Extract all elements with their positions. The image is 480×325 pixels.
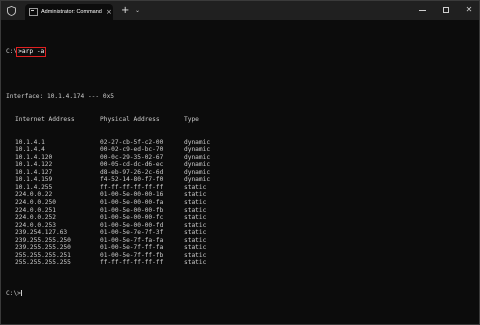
row-internet-address: 10.1.4.122 (15, 161, 53, 169)
row-type: static (184, 251, 207, 259)
row-type: static (184, 199, 207, 207)
row-physical-address: 01-00-5e-00-00-fb (100, 206, 164, 214)
row-type: dynamic (184, 168, 211, 176)
table-header: Internet Address Physical Address Type (6, 116, 476, 124)
table-row: 239.254.127.63 01-00-5e-7e-7f-3f static (6, 229, 476, 237)
header-physical-address: Physical Address (100, 116, 160, 124)
maximize-button[interactable] (434, 1, 458, 19)
row-internet-address: 255.255.255.251 (15, 251, 71, 259)
row-internet-address: 10.1.4.120 (15, 153, 53, 161)
row-type: static (184, 229, 207, 237)
row-physical-address: 00-05-cd-dc-d6-ec (100, 161, 164, 169)
row-physical-address: 01-00-5e-00-00-fd (100, 221, 164, 229)
tab-close-icon[interactable]: × (106, 8, 112, 16)
header-internet-address: Internet Address (15, 116, 75, 124)
row-physical-address: f4-52-14-80-f7-f0 (100, 176, 164, 184)
row-physical-address: 01-00-5e-7e-7f-3f (100, 229, 164, 237)
close-button[interactable]: ✕ (457, 1, 479, 19)
row-physical-address: 01-00-5e-00-00-fc (100, 214, 164, 222)
table-row: 224.0.0.251 01-00-5e-00-00-fb static (6, 207, 476, 215)
prompt-path: C:\ (6, 48, 18, 56)
row-physical-address: 01-00-5e-7f-fa-fa (100, 236, 164, 244)
text-cursor (20, 289, 22, 296)
row-internet-address: 255.255.255.255 (15, 259, 71, 267)
table-row: 10.1.4.127 d8-eb-97-26-2c-6d dynamic (6, 169, 476, 177)
highlighted-command: >arp -a (16, 47, 47, 57)
dropdown-chevron-icon[interactable]: ⌄ (135, 5, 140, 17)
table-row: 10.1.4.159 f4-52-14-80-f7-f0 dynamic (6, 176, 476, 184)
tab-title: Administrator: Command Prom (41, 9, 103, 15)
row-physical-address: ff-ff-ff-ff-ff-ff (100, 259, 164, 267)
row-type: dynamic (184, 176, 211, 184)
row-type: dynamic (184, 153, 211, 161)
minimize-icon (418, 9, 426, 11)
console-output[interactable]: C:\>arp -a Interface: 10.1.4.174 --- 0x5… (6, 33, 476, 312)
table-row: 224.0.0.252 01-00-5e-00-00-fc static (6, 214, 476, 222)
terminal-icon (29, 8, 38, 16)
table-row: 10.1.4.120 00-0c-29-35-02-67 dynamic (6, 154, 476, 162)
table-row: 224.0.0.253 01-00-5e-00-00-fd static (6, 222, 476, 230)
row-internet-address: 224.0.0.22 (15, 191, 53, 199)
row-internet-address: 239.255.255.250 (15, 244, 71, 252)
final-prompt-line: C:\> (6, 289, 476, 298)
interface-line: Interface: 10.1.4.174 --- 0x5 (6, 93, 115, 101)
row-type: dynamic (184, 146, 211, 154)
row-physical-address: 00-0c-29-35-02-67 (100, 153, 164, 161)
shield-icon (7, 6, 16, 16)
row-internet-address: 239.255.255.250 (15, 236, 71, 244)
table-row: 10.1.4.1 02-27-cb-5f-c2-00 dynamic (6, 139, 476, 147)
table-row: 224.0.0.250 01-00-5e-00-00-fa static (6, 199, 476, 207)
row-physical-address: 01-00-5e-00-00-fa (100, 199, 164, 207)
table-row: 10.1.4.255 ff-ff-ff-ff-ff-ff static (6, 184, 476, 192)
table-row: 10.1.4.4 00-02-c9-ed-bc-70 dynamic (6, 146, 476, 154)
row-physical-address: d8-eb-97-26-2c-6d (100, 168, 164, 176)
new-tab-button[interactable]: + (121, 4, 129, 18)
row-type: dynamic (184, 161, 211, 169)
table-row: 239.255.255.250 01-00-5e-7f-fa-fa static (6, 237, 476, 245)
table-row: 224.0.0.22 01-00-5e-00-00-16 static (6, 191, 476, 199)
header-type: Type (184, 116, 199, 124)
row-physical-address: 01-00-5e-00-00-16 (100, 191, 164, 199)
row-type: dynamic (184, 138, 211, 146)
row-internet-address: 224.0.0.253 (15, 221, 56, 229)
table-row: 239.255.255.250 01-00-5e-7f-ff-fa static (6, 244, 476, 252)
table-row: 255.255.255.255 ff-ff-ff-ff-ff-ff static (6, 259, 476, 267)
row-type: static (184, 244, 207, 252)
row-type: static (184, 206, 207, 214)
row-internet-address: 239.254.127.63 (15, 229, 68, 237)
command-line: C:\>arp -a (6, 47, 476, 57)
tab-command-prompt[interactable]: Administrator: Command Prom × (25, 4, 113, 20)
row-type: static (184, 191, 207, 199)
row-physical-address: 01-00-5e-7f-ff-fa (100, 244, 164, 252)
row-type: static (184, 236, 207, 244)
row-internet-address: 10.1.4.255 (15, 183, 53, 191)
row-internet-address: 224.0.0.251 (15, 206, 56, 214)
terminal-window: Administrator: Command Prom × + ⌄ ✕ C:\>… (0, 0, 480, 325)
row-physical-address: ff-ff-ff-ff-ff-ff (100, 183, 164, 191)
row-type: static (184, 183, 207, 191)
row-internet-address: 10.1.4.159 (15, 176, 53, 184)
final-prompt: C:\> (6, 289, 21, 297)
row-internet-address: 10.1.4.127 (15, 168, 53, 176)
minimize-button[interactable] (410, 1, 434, 19)
row-type: static (184, 259, 207, 267)
row-internet-address: 224.0.0.250 (15, 199, 56, 207)
table-row: 10.1.4.122 00-05-cd-dc-d6-ec dynamic (6, 161, 476, 169)
row-internet-address: 224.0.0.252 (15, 214, 56, 222)
row-physical-address: 01-00-5e-7f-ff-fb (100, 251, 164, 259)
row-type: static (184, 214, 207, 222)
arp-table: 10.1.4.1 02-27-cb-5f-c2-00 dynamic 10.1.4.4… (6, 139, 476, 267)
row-physical-address: 02-27-cb-5f-c2-00 (100, 138, 164, 146)
row-internet-address: 10.1.4.4 (15, 146, 45, 154)
close-icon: ✕ (465, 5, 473, 14)
title-bar: Administrator: Command Prom × + ⌄ ✕ (1, 1, 479, 20)
row-physical-address: 00-02-c9-ed-bc-70 (100, 146, 164, 154)
table-row: 255.255.255.251 01-00-5e-7f-ff-fb static (6, 252, 476, 260)
row-type: static (184, 221, 207, 229)
maximize-icon (443, 7, 449, 13)
row-internet-address: 10.1.4.1 (15, 138, 45, 146)
